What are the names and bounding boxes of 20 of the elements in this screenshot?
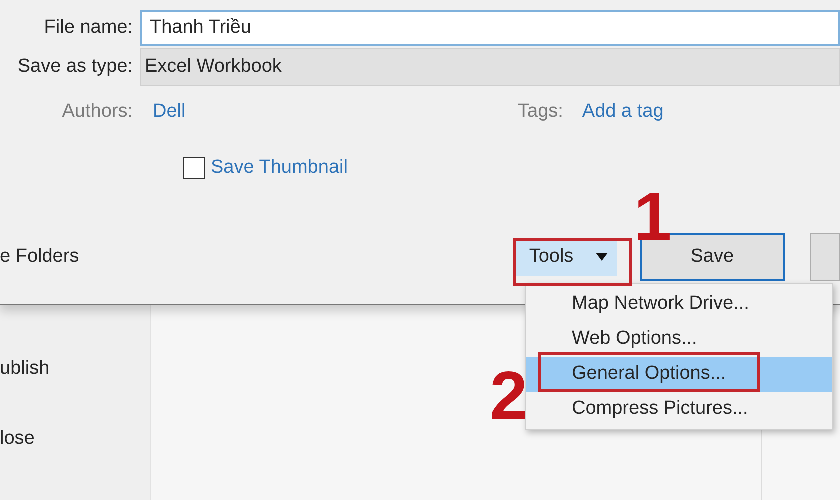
checkbox-label[interactable]: Save Thumbnail bbox=[211, 154, 348, 182]
author-link[interactable]: Dell bbox=[153, 100, 186, 122]
tools-button[interactable]: Tools bbox=[515, 238, 617, 276]
field-label: Save as type: bbox=[16, 54, 133, 79]
menu-item[interactable]: Map Network Drive... bbox=[526, 287, 832, 322]
step-number: 2 bbox=[490, 362, 528, 430]
menu-item[interactable]: Compress Pictures... bbox=[526, 392, 832, 427]
checkbox[interactable] bbox=[183, 157, 205, 179]
sidebar-item[interactable]: ublish bbox=[0, 357, 150, 381]
hide-folders-link[interactable]: e Folders bbox=[0, 246, 80, 267]
add-tag-link[interactable]: Add a tag bbox=[582, 98, 664, 126]
menu-item[interactable]: General Options... bbox=[526, 357, 832, 392]
caret-icon bbox=[596, 253, 608, 261]
file-type-dropdown[interactable]: Excel Workbook bbox=[140, 48, 840, 86]
field-label: Authors: bbox=[61, 100, 133, 124]
field-label: File name: bbox=[43, 16, 133, 40]
field-label: Tags: bbox=[518, 100, 564, 124]
menu-item[interactable]: Web Options... bbox=[526, 322, 832, 357]
sidebar-item[interactable]: lose bbox=[0, 427, 150, 451]
file-name-field[interactable]: Thanh Triều bbox=[140, 10, 840, 46]
